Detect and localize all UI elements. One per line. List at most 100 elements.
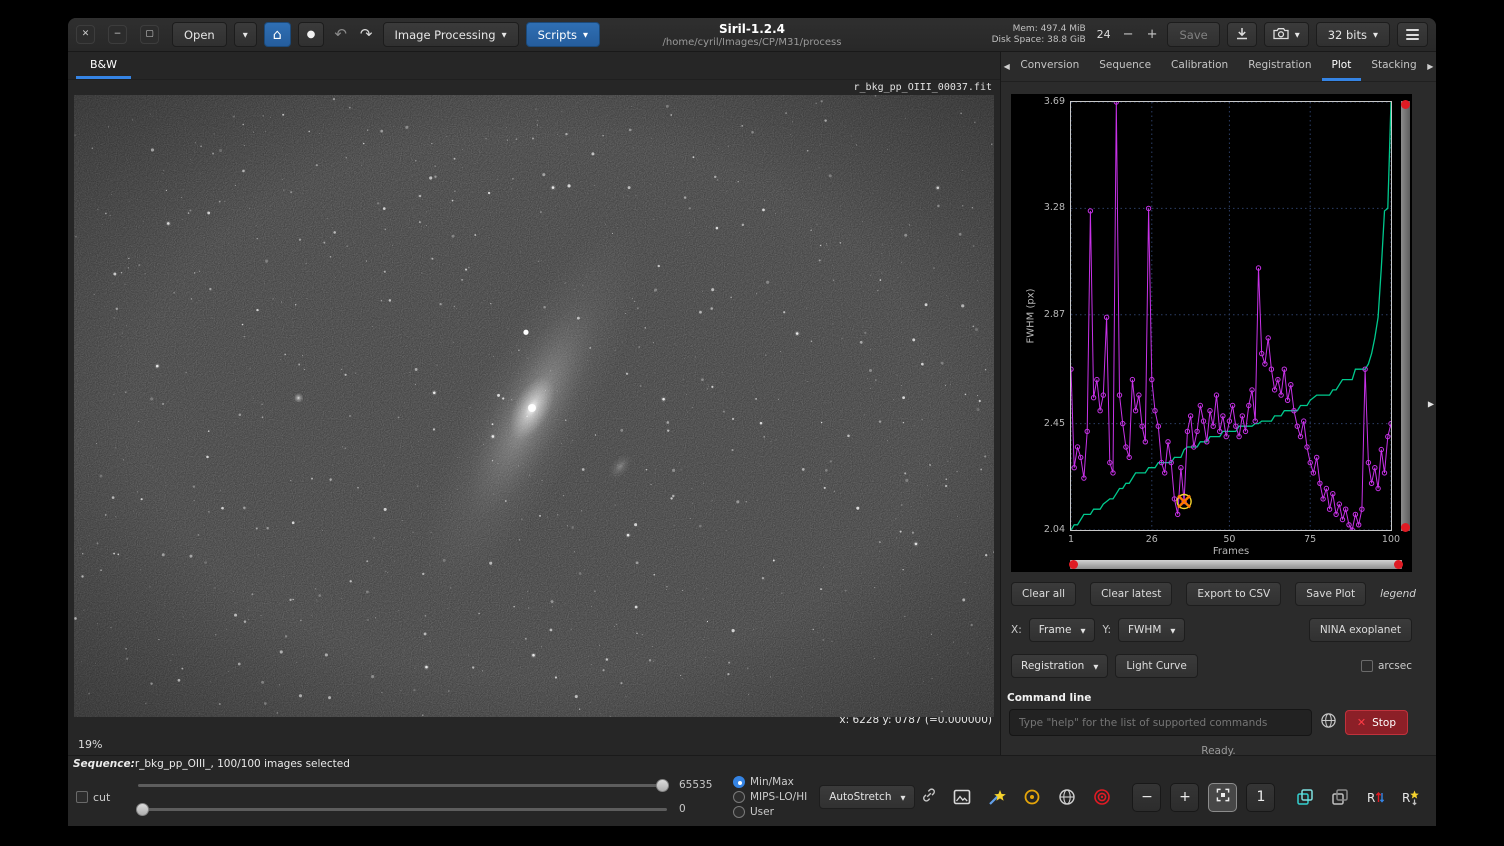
stop-button[interactable]: ✕ Stop: [1345, 710, 1408, 735]
save-plot-button[interactable]: Save Plot: [1295, 582, 1366, 606]
minimize-icon: −: [114, 30, 122, 39]
image-processing-label: Image Processing: [395, 28, 496, 42]
radio-minmax-row[interactable]: Min/Max: [733, 776, 807, 788]
tab-conversion[interactable]: Conversion: [1010, 52, 1089, 81]
plot-area: FWHM (px) 2.042.452.873.283.69 126507510…: [1011, 94, 1412, 572]
levels-sliders: 65535 0: [136, 778, 721, 817]
x-tick-label: 1: [1059, 534, 1083, 545]
tab-sequence[interactable]: Sequence: [1089, 52, 1161, 81]
zoom-increase-button[interactable]: +: [1144, 28, 1161, 41]
rgb-channels-icon[interactable]: [1292, 784, 1318, 810]
window-maximize-button[interactable]: ▢: [140, 25, 159, 44]
save-as-button[interactable]: [1227, 22, 1257, 47]
livestacking-button[interactable]: ●: [298, 22, 325, 47]
export-csv-button[interactable]: Export to CSV: [1186, 582, 1281, 606]
tab-bw[interactable]: B&W: [76, 52, 131, 79]
minmax-radio[interactable]: [733, 776, 745, 788]
user-radio[interactable]: [733, 806, 745, 818]
panel-collapse-handle[interactable]: ▶: [1428, 399, 1434, 408]
registration-data-dropdown[interactable]: Registration▼: [1011, 654, 1108, 678]
resources-info: Mem: 497.4 MiB Disk Space: 38.8 GiB: [992, 24, 1086, 46]
chevron-down-icon: ▼: [243, 32, 248, 39]
zoom-out-button[interactable]: −: [1132, 783, 1161, 812]
low-level-slider[interactable]: [136, 802, 669, 817]
tab-calibration[interactable]: Calibration: [1161, 52, 1238, 81]
window-minimize-button[interactable]: −: [108, 25, 127, 44]
tab-stacking[interactable]: Stacking: [1361, 52, 1426, 81]
command-input[interactable]: [1009, 709, 1312, 736]
image-processing-menu-button[interactable]: Image Processing▼: [383, 22, 519, 47]
high-slider-handle[interactable]: [656, 779, 669, 792]
bit-depth-dropdown[interactable]: 32 bits▼: [1316, 22, 1390, 47]
clear-latest-button[interactable]: Clear latest: [1090, 582, 1172, 606]
clear-all-button[interactable]: Clear all: [1011, 582, 1076, 606]
celestial-grid-icon[interactable]: [1054, 784, 1080, 810]
svg-text:R: R: [1402, 791, 1410, 805]
annotations-icon[interactable]: [949, 784, 975, 810]
chevron-down-icon: ▼: [1295, 32, 1300, 39]
radio-user-row[interactable]: User: [733, 806, 807, 818]
y-range-max-handle[interactable]: [1401, 100, 1410, 109]
cut-checkbox[interactable]: [76, 791, 88, 803]
arcsec-checkbox[interactable]: [1361, 660, 1373, 672]
low-slider-handle[interactable]: [136, 803, 149, 816]
tools-tab-bar: ◀ Conversion Sequence Calibration Regist…: [1001, 52, 1436, 82]
sequence-info-line: Sequence:r_bkg_pp_OIII_, 100/100 images …: [68, 756, 1436, 772]
home-icon: ⌂: [273, 27, 282, 43]
x-range-max-handle[interactable]: [1394, 560, 1403, 569]
layers-icon[interactable]: [1327, 784, 1353, 810]
hamburger-menu-button[interactable]: [1397, 22, 1428, 47]
tabs-scroll-right-button[interactable]: ▶: [1427, 52, 1434, 81]
chevron-down-icon: ▼: [1373, 32, 1378, 39]
photometry-icon[interactable]: [1019, 784, 1045, 810]
minmax-label: Min/Max: [750, 776, 794, 788]
download-icon: [1236, 27, 1248, 43]
astro-image[interactable]: [74, 95, 994, 717]
nina-exoplanet-button[interactable]: NINA exoplanet: [1309, 618, 1412, 642]
undo-button[interactable]: ↶: [331, 27, 350, 42]
zoom-one-to-one-button[interactable]: 1: [1246, 783, 1275, 812]
open-button[interactable]: Open: [172, 22, 227, 47]
star-registration-icon[interactable]: R: [1397, 784, 1423, 810]
window-close-button[interactable]: ✕: [76, 25, 95, 44]
tabs-scroll-left-button[interactable]: ◀: [1003, 52, 1010, 81]
mips-radio[interactable]: [733, 791, 745, 803]
zoom-in-button[interactable]: +: [1170, 783, 1199, 812]
channel-link-button[interactable]: [921, 787, 937, 807]
y-tick-label: 2.45: [1011, 418, 1065, 429]
open-recent-dropdown-button[interactable]: ▼: [234, 22, 257, 47]
home-button[interactable]: ⌂: [264, 22, 291, 47]
y-axis-value: FWHM: [1128, 624, 1161, 636]
titlebar: ✕ − ▢ Open ▼ ⌂ ● ↶ ↷ Image Processing▼ S…: [68, 18, 1436, 52]
x-range-min-handle[interactable]: [1069, 560, 1078, 569]
snapshot-button[interactable]: ▼: [1264, 22, 1309, 47]
y-range-min-handle[interactable]: [1401, 523, 1410, 532]
status-text: Ready.: [1001, 745, 1436, 757]
stretch-mode-dropdown[interactable]: AutoStretch▼: [819, 785, 915, 809]
high-slider-track[interactable]: [138, 784, 667, 787]
radio-mips-row[interactable]: MIPS-LO/HI: [733, 791, 807, 803]
plot-x-axis-label: Frames: [1071, 546, 1391, 557]
background-samples-icon[interactable]: [1089, 784, 1115, 810]
low-slider-track[interactable]: [138, 808, 667, 811]
scripts-menu-button[interactable]: Scripts▼: [526, 22, 600, 47]
tab-registration[interactable]: Registration: [1238, 52, 1321, 81]
main-image-viewport[interactable]: [74, 95, 994, 717]
save-button[interactable]: Save: [1167, 22, 1219, 47]
chromatic-align-icon[interactable]: R: [1362, 784, 1388, 810]
command-help-button[interactable]: [1320, 712, 1337, 733]
light-curve-button[interactable]: Light Curve: [1115, 654, 1198, 678]
redo-button[interactable]: ↷: [357, 27, 376, 42]
zoom-decrease-button[interactable]: −: [1120, 28, 1137, 41]
y-axis-dropdown[interactable]: FWHM▼: [1118, 618, 1185, 642]
plot-canvas[interactable]: [1071, 102, 1391, 530]
scripts-label: Scripts: [538, 28, 577, 42]
zoom-fit-button[interactable]: [1208, 783, 1237, 812]
tab-plot[interactable]: Plot: [1322, 52, 1362, 81]
star-detection-icon[interactable]: [984, 784, 1010, 810]
plot-y-range-scrollbar[interactable]: [1401, 101, 1410, 531]
plot-x-range-scrollbar[interactable]: [1070, 560, 1402, 569]
memory-label: Mem: 497.4 MiB: [992, 24, 1086, 35]
high-level-slider[interactable]: [136, 778, 669, 793]
x-axis-dropdown[interactable]: Frame▼: [1029, 618, 1096, 642]
